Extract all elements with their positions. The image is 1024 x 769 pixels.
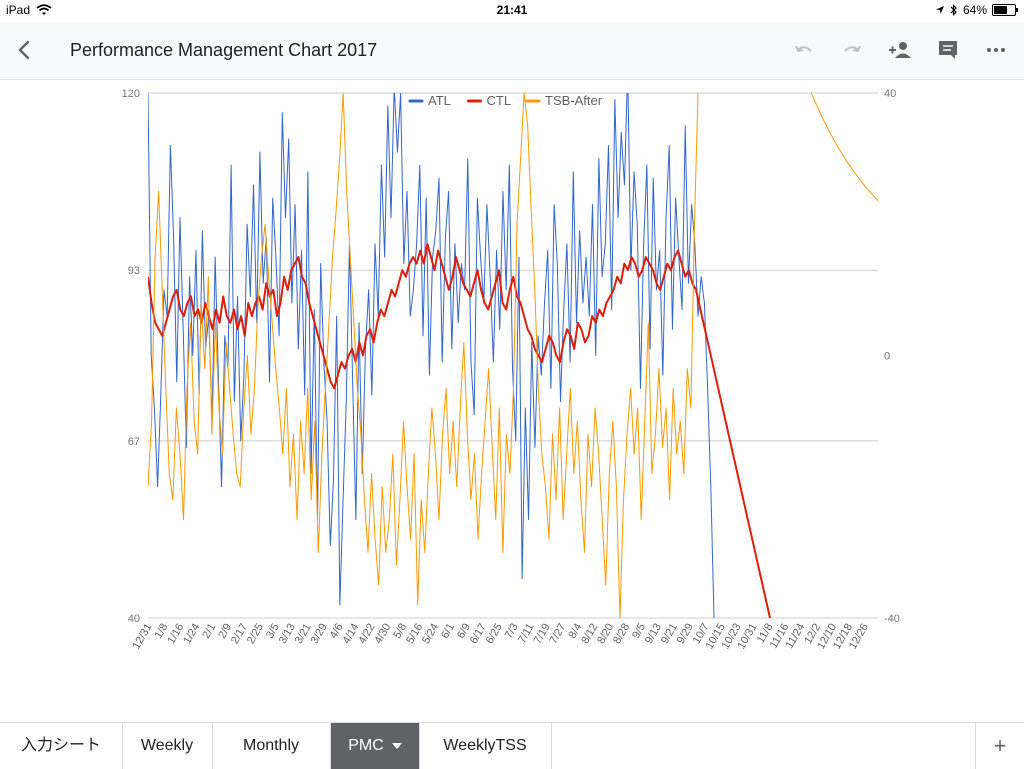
status-bar: iPad 21:41 64% (0, 0, 1024, 22)
chart-svg: 120936740400-4012/311/81/161/242/12/92/1… (122, 88, 900, 652)
legend-atl-label: ATL (428, 93, 451, 108)
sheet-tabs: 入力シート Weekly Monthly PMC WeeklyTSS + (0, 722, 1024, 769)
bluetooth-icon (950, 4, 957, 16)
y-right-tick: 0 (884, 351, 890, 363)
x-tick: 8/12 (579, 622, 600, 647)
legend-ctl-label: CTL (487, 93, 512, 108)
x-tick: 3/21 (293, 622, 314, 647)
x-tick: 9/21 (659, 622, 680, 647)
more-button[interactable] (982, 36, 1010, 64)
x-tick: 8/28 (611, 622, 632, 647)
comment-button[interactable] (934, 36, 962, 64)
x-tick: 6/1 (439, 622, 457, 641)
x-tick: 3/13 (277, 622, 298, 647)
x-tick: 7/27 (547, 622, 568, 647)
x-tick: 4/30 (372, 622, 393, 647)
add-person-icon (889, 42, 911, 58)
x-tick: 7/19 (532, 622, 553, 647)
y-left-tick: 93 (128, 265, 140, 277)
undo-button[interactable] (790, 36, 818, 64)
x-tick: 5/16 (404, 622, 425, 647)
y-left-tick: 67 (128, 436, 140, 448)
x-tick: 5/24 (420, 622, 441, 647)
more-icon (987, 48, 1005, 52)
share-button[interactable] (886, 36, 914, 64)
x-tick: 12/31 (130, 622, 154, 652)
x-tick: 4/14 (340, 622, 361, 647)
undo-icon (795, 45, 812, 53)
back-button[interactable] (10, 36, 38, 64)
redo-button[interactable] (838, 36, 866, 64)
add-sheet-button[interactable]: + (975, 723, 1024, 769)
x-tick: 2/1 (200, 622, 218, 641)
x-tick: 2/17 (229, 622, 250, 647)
pmc-chart[interactable]: 120 93 67 40 40 0 -40 12/31 1/8 1/16 1/24 2/1 2/9 2/1… (0, 80, 1024, 720)
tab-pmc[interactable]: PMC (331, 723, 420, 769)
x-tick: 4/22 (356, 622, 377, 647)
x-tick: 1/24 (181, 622, 202, 647)
x-tick: 6/17 (468, 622, 489, 647)
series-atl-line (148, 93, 715, 618)
tab-monthly[interactable]: Monthly (212, 723, 331, 769)
y-left-tick: 120 (122, 88, 140, 100)
back-icon (18, 40, 30, 60)
comment-icon (939, 41, 957, 59)
location-icon (935, 6, 944, 14)
battery-icon (992, 4, 1018, 16)
y-right-tick: 40 (884, 88, 896, 100)
legend-tsb-label: TSB-After (545, 93, 603, 108)
clock: 21:41 (496, 3, 528, 17)
x-tick: 9/13 (643, 622, 664, 647)
x-tick: 9/29 (675, 622, 696, 647)
series-tsb-line (148, 93, 878, 618)
redo-icon (844, 45, 861, 53)
tab-menu-caret-icon[interactable] (391, 742, 402, 749)
tab-input-sheet[interactable]: 入力シート (0, 723, 123, 769)
document-title[interactable]: Performance Management Chart 2017 (70, 40, 377, 61)
x-tick: 2/25 (245, 622, 266, 647)
x-tick: 3/29 (309, 622, 330, 647)
y-left-tick: 40 (128, 613, 140, 625)
y-right-tick: -40 (884, 613, 900, 625)
tab-weekly-tss[interactable]: WeeklyTSS (419, 723, 552, 769)
x-tick: 6/25 (484, 622, 505, 647)
tab-weekly[interactable]: Weekly (122, 723, 213, 769)
battery-percent: 64% (962, 3, 987, 17)
x-tick: 8/20 (595, 622, 616, 647)
plus-icon: + (993, 733, 1007, 758)
toolbar: Performance Management Chart 2017 (0, 22, 1024, 80)
